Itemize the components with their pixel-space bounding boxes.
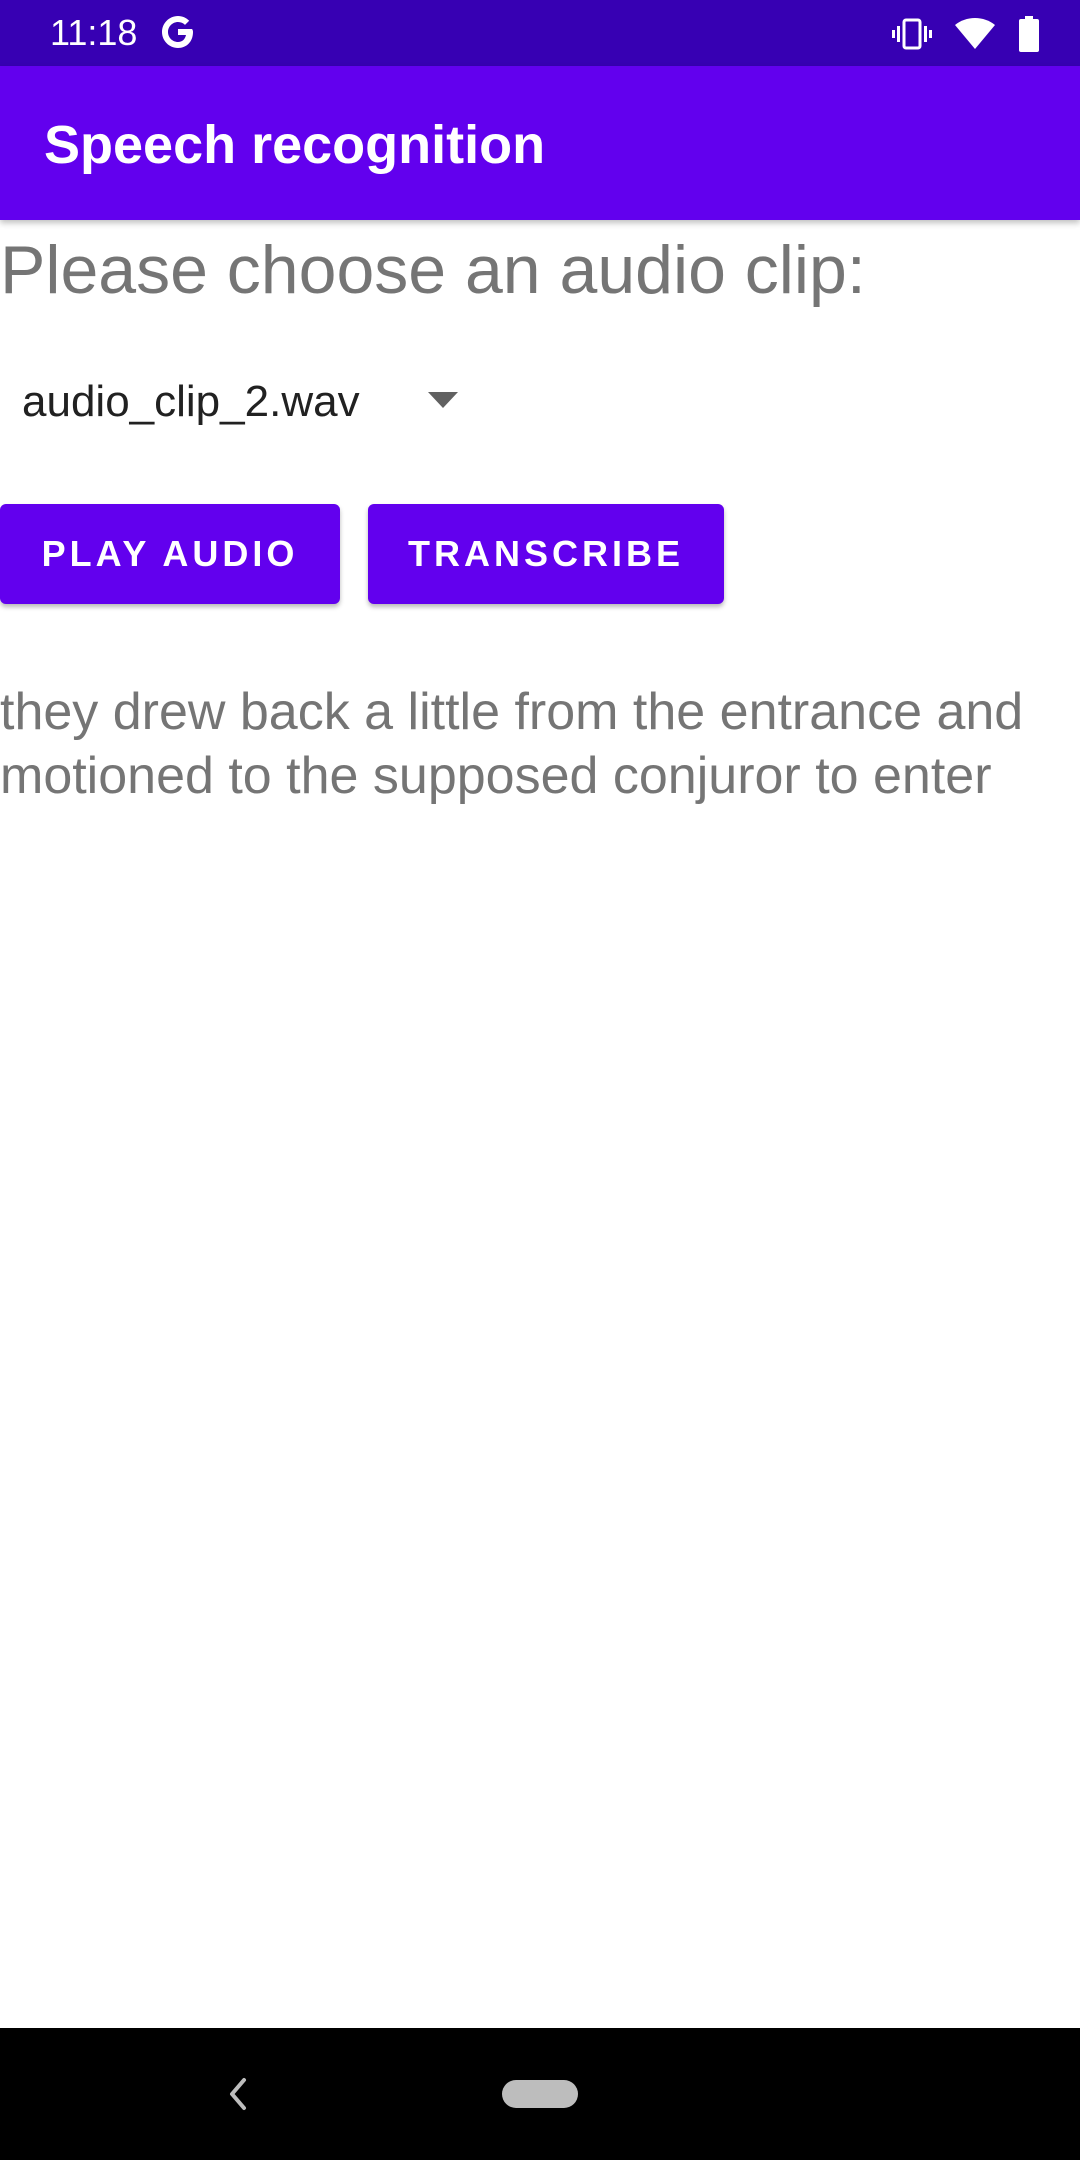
battery-icon: [1019, 16, 1039, 52]
status-bar: 11:18: [0, 0, 1080, 66]
app-bar: Speech recognition: [0, 66, 1080, 220]
back-icon[interactable]: [226, 2074, 250, 2114]
app-title: Speech recognition: [44, 115, 546, 175]
navigation-bar: [0, 2028, 1080, 2160]
spinner-selected-value: audio_clip_2.wav: [22, 377, 360, 426]
audio-clip-prompt: Please choose an audio clip:: [0, 232, 866, 308]
transcription-result: they drew back a little from the entranc…: [0, 683, 1024, 805]
screen: 11:18 Speech recognition Please choose a…: [0, 0, 1080, 2160]
play-audio-button[interactable]: PLAY AUDIO: [0, 504, 340, 604]
transcribe-button[interactable]: TRANSCRIBE: [368, 504, 724, 604]
home-pill-icon[interactable]: [502, 2080, 578, 2108]
wifi-icon: [955, 18, 995, 49]
status-icons: [892, 14, 1040, 54]
vibrate-icon: [892, 18, 932, 50]
dropdown-arrow-icon[interactable]: [428, 392, 458, 408]
status-time: 11:18: [50, 12, 138, 53]
google-g-icon: [162, 16, 193, 48]
audio-clip-spinner[interactable]: audio_clip_2.wav: [0, 360, 480, 444]
